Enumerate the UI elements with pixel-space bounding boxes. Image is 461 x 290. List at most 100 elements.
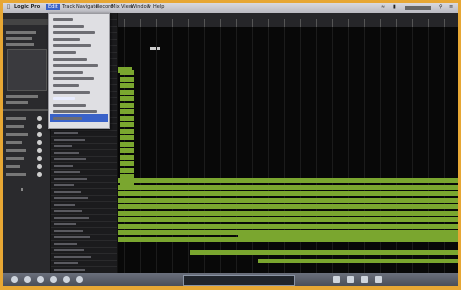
audio-region[interactable] [118,210,458,216]
menu-item[interactable] [53,44,91,48]
menu-item[interactable] [53,18,73,21]
transport-toggle[interactable] [347,276,354,283]
ruler-tick [316,19,317,27]
menu-help[interactable]: Help [153,4,164,10]
transport-button[interactable] [76,276,83,283]
transport-button[interactable] [37,276,44,283]
clock-text[interactable] [405,6,431,10]
send-knob[interactable] [37,132,42,137]
menu-edit[interactable]: Edit [46,4,60,10]
send-knob[interactable] [37,172,42,177]
menu-mix[interactable]: Mix [111,4,120,10]
audio-region[interactable] [120,154,134,160]
inspector-row[interactable] [6,117,26,120]
menu-bar:  Logic Pro Edit Track Navigate Record M… [3,3,458,13]
audio-region[interactable] [120,83,134,88]
audio-region[interactable] [120,89,134,95]
audio-region[interactable] [238,235,458,240]
send-knob[interactable] [37,148,42,153]
inspector-row[interactable] [6,31,36,34]
menu-item[interactable] [53,77,94,81]
audio-region[interactable] [118,204,458,209]
ruler-tick [412,19,413,27]
send-knob[interactable] [37,164,42,169]
send-knob[interactable] [37,116,42,121]
inspector-panel [3,13,51,273]
menu-item[interactable] [53,64,98,68]
menu-track[interactable]: Track [62,4,75,10]
inspector-title[interactable] [3,19,50,25]
audio-region[interactable] [118,197,458,203]
send-knob[interactable] [37,124,42,129]
inspector-row[interactable] [6,133,28,136]
track-name [54,138,85,141]
audio-region[interactable] [120,161,134,166]
inspector-row[interactable] [6,37,32,40]
audio-region[interactable] [120,102,134,108]
menu-item[interactable] [53,31,95,35]
menu-item[interactable] [53,24,84,28]
audio-region[interactable] [118,191,458,196]
ruler-tick [140,19,141,27]
transport-toggle[interactable] [333,276,340,283]
inspector-row[interactable] [6,101,28,104]
audio-region[interactable] [120,148,134,153]
transport-button[interactable] [63,276,70,283]
inspector-row[interactable] [6,165,20,168]
audio-region[interactable] [120,135,134,140]
transport-toggle[interactable] [361,276,368,283]
audio-region[interactable] [118,67,132,73]
inspector-row[interactable] [6,173,26,176]
menu-item[interactable] [53,70,83,74]
menu-question[interactable]: ? [147,4,150,10]
fader-cap[interactable] [21,188,23,191]
screen:  Logic Pro Edit Track Navigate Record M… [3,3,458,286]
track-name [54,268,85,271]
audio-region[interactable] [118,184,458,190]
menu-app-name[interactable]: Logic Pro [14,4,40,10]
inspector-row[interactable] [6,43,34,46]
menu-item[interactable] [53,57,87,61]
track-name [54,184,74,186]
audio-region[interactable] [120,109,134,114]
audio-region[interactable] [118,217,458,222]
send-knob[interactable] [37,140,42,145]
wifi-icon[interactable]: ≈ [381,4,385,10]
audio-region[interactable] [120,128,134,134]
menu-item[interactable] [53,97,75,101]
search-icon[interactable]: ⚲ [439,4,443,10]
inspector-row[interactable] [6,125,24,128]
audio-region[interactable] [120,76,134,82]
transport-button[interactable] [11,276,18,283]
battery-icon[interactable]: ▮ [393,4,396,10]
inspector-eq-area[interactable] [7,49,47,91]
audio-region[interactable] [120,122,134,127]
audio-region[interactable] [120,141,134,147]
audio-region[interactable] [190,250,458,255]
menu-item[interactable] [53,51,76,54]
audio-region[interactable] [118,178,458,183]
menu-item[interactable] [53,110,97,114]
menu-item[interactable] [53,84,79,87]
transport-button[interactable] [24,276,31,283]
inspector-row[interactable] [6,157,24,160]
audio-region[interactable] [120,115,134,121]
inspector-row[interactable] [6,141,22,144]
transport-button[interactable] [50,276,57,283]
audio-region[interactable] [118,223,458,229]
inspector-row[interactable] [6,95,38,98]
send-knob[interactable] [37,156,42,161]
audio-region[interactable] [120,167,134,173]
transport-lcd[interactable] [183,275,295,286]
menu-icon[interactable]: ≡ [449,4,453,10]
menu-item[interactable] [53,37,80,41]
menu-item[interactable] [53,90,90,94]
audio-region[interactable] [258,259,458,263]
apple-icon[interactable]:  [7,4,10,10]
audio-region[interactable] [120,96,134,101]
menu-item[interactable] [53,117,82,120]
transport-toggle[interactable] [375,276,382,283]
menu-item[interactable] [53,103,86,107]
ruler[interactable] [118,13,458,27]
inspector-row[interactable] [6,149,26,152]
